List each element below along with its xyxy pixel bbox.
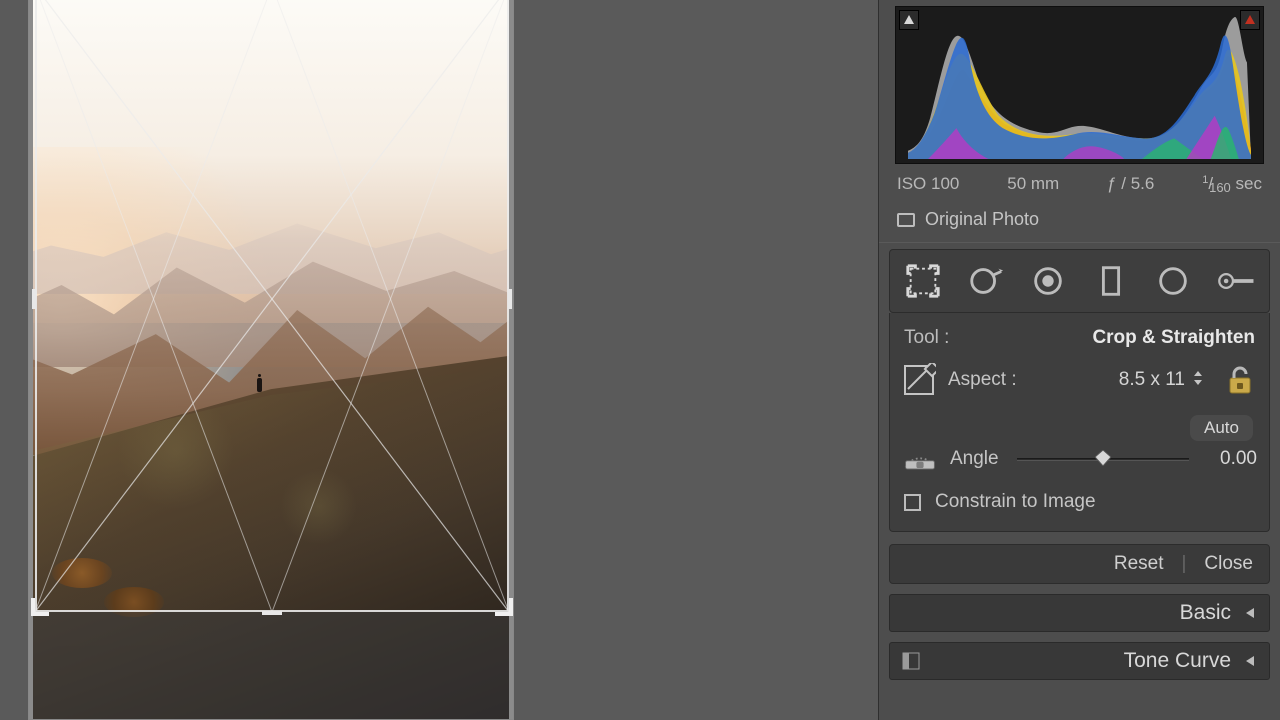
constrain-label: Constrain to Image — [935, 491, 1096, 513]
angle-auto-button[interactable]: Auto — [1190, 415, 1253, 441]
photo-frame — [28, 0, 514, 720]
aspect-value: 8.5 x 11 — [1119, 369, 1185, 391]
close-button[interactable]: Close — [1204, 553, 1253, 575]
crop-overlay[interactable] — [35, 0, 509, 612]
angle-slider[interactable] — [1017, 447, 1189, 471]
chevron-left-icon — [1243, 606, 1257, 620]
exif-iso: ISO 100 — [897, 174, 959, 195]
section-tone-curve[interactable]: Tone Curve — [889, 642, 1270, 680]
crop-handle-bottom[interactable] — [262, 611, 282, 615]
tool-strip — [889, 249, 1270, 313]
exif-aperture: ƒ / 5.6 — [1107, 174, 1154, 195]
crop-frame-icon[interactable] — [902, 363, 936, 397]
section-basic-label: Basic — [1180, 601, 1231, 625]
crop-handle-left[interactable] — [32, 289, 36, 309]
tool-adjustment-brush[interactable] — [1213, 258, 1259, 304]
original-photo-label: Original Photo — [925, 209, 1039, 230]
canvas-area — [0, 0, 878, 720]
crop-mask-bottom — [33, 612, 509, 719]
crop-handle-br[interactable] — [495, 598, 513, 616]
constrain-checkbox[interactable] — [904, 494, 921, 511]
tool-crop[interactable] — [900, 258, 946, 304]
footer-separator: | — [1181, 553, 1186, 575]
tool-redeye[interactable] — [1025, 258, 1071, 304]
aspect-dropdown[interactable]: 8.5 x 11 — [1119, 369, 1203, 391]
straighten-icon[interactable] — [902, 445, 938, 473]
crop-handle-bl[interactable] — [31, 598, 49, 616]
section-tone-curve-label: Tone Curve — [1124, 649, 1231, 673]
panel-switch-icon[interactable] — [902, 652, 920, 670]
tool-label: Tool : — [904, 327, 949, 349]
reset-button[interactable]: Reset — [1114, 553, 1164, 575]
crop-handle-right[interactable] — [508, 289, 512, 309]
chevron-left-icon — [1243, 654, 1257, 668]
tool-name: Crop & Straighten — [1092, 327, 1255, 349]
exif-focal: 50 mm — [1007, 174, 1059, 195]
exif-row: ISO 100 50 mm ƒ / 5.6 1/160 sec — [879, 164, 1280, 203]
crop-footer: Reset | Close — [889, 544, 1270, 584]
slider-thumb-icon[interactable] — [1095, 450, 1111, 466]
angle-label: Angle — [950, 448, 999, 470]
exif-shutter: 1/160 sec — [1202, 174, 1262, 195]
chevron-updown-icon — [1193, 369, 1203, 391]
aspect-label: Aspect : — [948, 369, 1017, 391]
crop-panel: Tool : Crop & Straighten Aspect : 8.5 x … — [889, 313, 1270, 532]
tool-graduated-filter[interactable] — [1088, 258, 1134, 304]
tool-spot-removal[interactable] — [963, 258, 1009, 304]
develop-panel: ISO 100 50 mm ƒ / 5.6 1/160 sec Original… — [878, 0, 1280, 720]
angle-value[interactable]: 0.00 — [1207, 448, 1257, 470]
tool-radial-filter[interactable] — [1150, 258, 1196, 304]
original-photo-checkbox[interactable] — [897, 213, 915, 227]
histogram-plot — [908, 15, 1251, 159]
section-basic[interactable]: Basic — [889, 594, 1270, 632]
aspect-lock-icon[interactable] — [1223, 363, 1257, 397]
histogram[interactable] — [895, 6, 1264, 164]
